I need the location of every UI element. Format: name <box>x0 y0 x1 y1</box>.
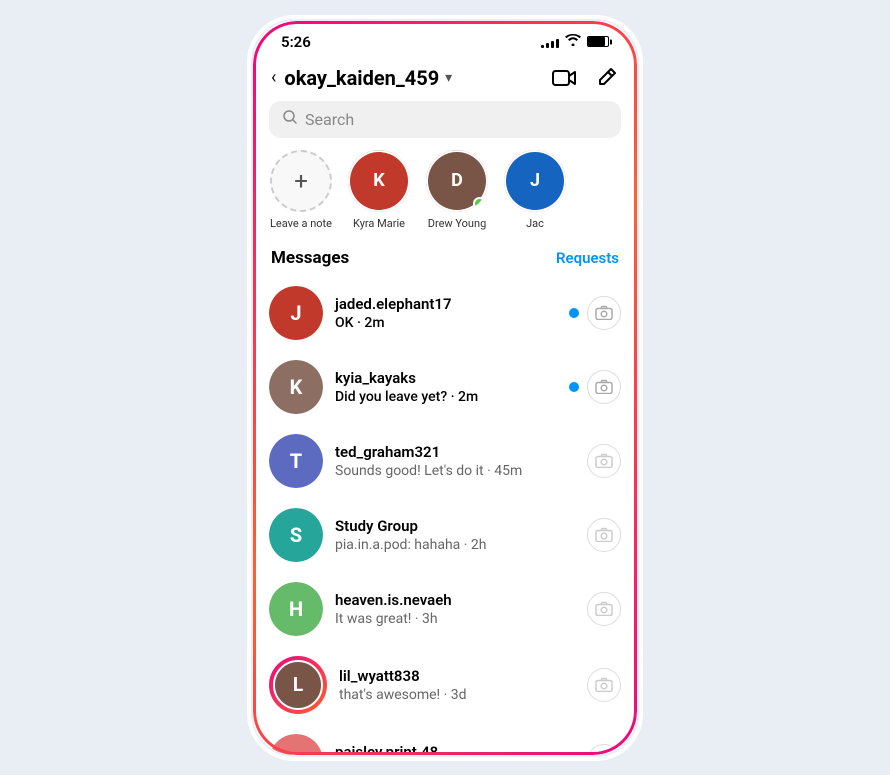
message-item-lil-wyatt838[interactable]: L lil_wyatt838 that's awesome! · 3d <box>253 646 637 724</box>
plus-icon: + <box>294 167 308 195</box>
message-list: J jaded.elephant17 OK · 2m <box>253 276 637 755</box>
jaded-elephant17-name: jaded.elephant17 <box>335 295 557 313</box>
header: ‹ okay_kaiden_459 ▾ <box>253 57 637 101</box>
signal-icon <box>541 36 559 48</box>
camera-button[interactable] <box>587 370 621 404</box>
drew-young-label: Drew Young <box>428 217 487 230</box>
message-item-jaded-elephant17[interactable]: J jaded.elephant17 OK · 2m <box>253 276 637 350</box>
unread-dot <box>569 382 579 392</box>
heaven-nevaeh-preview: It was great! · 3h <box>335 611 575 627</box>
chevron-down-icon[interactable]: ▾ <box>445 70 452 86</box>
phone-inner: 5:26 <box>253 21 637 755</box>
messages-title: Messages <box>271 248 349 268</box>
heaven-nevaeh-actions <box>587 592 621 626</box>
paisley-print48-name: paisley.print.48 <box>335 743 575 755</box>
search-icon <box>283 110 297 128</box>
message-item-study-group[interactable]: S Study Group pia.in.a.pod: hahaha · 2h <box>253 498 637 572</box>
requests-button[interactable]: Requests <box>556 249 619 267</box>
story-item-jac[interactable]: J Jac <box>503 150 567 230</box>
study-group-avatar: S <box>269 508 323 562</box>
jaded-elephant17-info: jaded.elephant17 OK · 2m <box>335 295 557 331</box>
ted-graham321-name: ted_graham321 <box>335 443 575 461</box>
video-call-button[interactable] <box>551 65 577 91</box>
back-button[interactable]: ‹ <box>271 67 276 88</box>
status-time: 5:26 <box>281 33 311 51</box>
header-left: ‹ okay_kaiden_459 ▾ <box>271 66 452 90</box>
camera-button[interactable] <box>587 744 621 755</box>
add-note-avatar: + <box>270 150 332 212</box>
paisley-print48-avatar: P <box>269 734 323 755</box>
study-group-preview: pia.in.a.pod: hahaha · 2h <box>335 537 575 553</box>
battery-icon <box>587 36 609 47</box>
paisley-print48-info: paisley.print.48 Whaaat?? · 8h <box>335 743 575 755</box>
messages-section-header: Messages Requests <box>253 244 637 276</box>
kyia-kayaks-name: kyia_kayaks <box>335 369 557 387</box>
jac-avatar: J <box>504 150 566 212</box>
message-item-heaven-nevaeh[interactable]: H heaven.is.nevaeh It was great! · 3h <box>253 572 637 646</box>
ted-graham321-preview: Sounds good! Let's do it · 45m <box>335 463 575 479</box>
kyia-kayaks-avatar: K <box>269 360 323 414</box>
message-item-kyia-kayaks[interactable]: K kyia_kayaks Did you leave yet? · 2m <box>253 350 637 424</box>
camera-button[interactable] <box>587 668 621 702</box>
message-item-paisley-print48[interactable]: P paisley.print.48 Whaaat?? · 8h <box>253 724 637 755</box>
lil-wyatt838-name: lil_wyatt838 <box>339 667 575 685</box>
jac-label: Jac <box>526 217 544 230</box>
heaven-nevaeh-info: heaven.is.nevaeh It was great! · 3h <box>335 591 575 627</box>
kyra-marie-avatar: K Why is tomorrow Monday!? 😑 <box>348 150 410 212</box>
study-group-actions <box>587 518 621 552</box>
wifi-icon <box>565 34 581 49</box>
story-item-drew-young[interactable]: D Finally landing in NYC! ❤️ Drew Young <box>425 150 489 230</box>
kyia-kayaks-actions <box>569 370 621 404</box>
header-actions <box>551 65 619 91</box>
lil-wyatt838-avatar: L <box>269 656 327 714</box>
jaded-elephant17-avatar: J <box>269 286 323 340</box>
ted-graham321-info: ted_graham321 Sounds good! Let's do it ·… <box>335 443 575 479</box>
story-item-kyra-marie[interactable]: K Why is tomorrow Monday!? 😑 Kyra Marie <box>347 150 411 230</box>
kyia-kayaks-info: kyia_kayaks Did you leave yet? · 2m <box>335 369 557 405</box>
drew-young-avatar: D Finally landing in NYC! ❤️ <box>426 150 488 212</box>
search-placeholder: Search <box>305 110 354 129</box>
ted-graham321-actions <box>587 444 621 478</box>
kyia-kayaks-preview: Did you leave yet? · 2m <box>335 389 557 405</box>
compose-button[interactable] <box>593 65 619 91</box>
camera-button[interactable] <box>587 296 621 330</box>
jaded-elephant17-actions <box>569 296 621 330</box>
search-bar[interactable]: Search <box>269 101 621 138</box>
camera-button[interactable] <box>587 592 621 626</box>
camera-button[interactable] <box>587 518 621 552</box>
jaded-elephant17-preview: OK · 2m <box>335 315 557 331</box>
paisley-print48-actions <box>587 744 621 755</box>
lil-wyatt838-actions <box>587 668 621 702</box>
kyra-marie-label: Kyra Marie <box>353 217 405 230</box>
lil-wyatt838-preview: that's awesome! · 3d <box>339 687 575 703</box>
status-icons <box>541 34 609 49</box>
stories-row: + Leave a note K Why is tomorrow Monday!… <box>253 150 637 230</box>
study-group-name: Study Group <box>335 517 575 535</box>
status-bar: 5:26 <box>253 21 637 57</box>
username-label[interactable]: okay_kaiden_459 <box>284 66 439 90</box>
heaven-nevaeh-avatar: H <box>269 582 323 636</box>
unread-dot <box>569 308 579 318</box>
phone-frame: 5:26 <box>250 18 640 758</box>
leave-note-label: Leave a note <box>270 217 332 230</box>
study-group-info: Study Group pia.in.a.pod: hahaha · 2h <box>335 517 575 553</box>
lil-wyatt838-info: lil_wyatt838 that's awesome! · 3d <box>339 667 575 703</box>
ted-graham321-avatar: T <box>269 434 323 488</box>
message-item-ted-graham321[interactable]: T ted_graham321 Sounds good! Let's do it… <box>253 424 637 498</box>
heaven-nevaeh-name: heaven.is.nevaeh <box>335 591 575 609</box>
story-item-leave-note[interactable]: + Leave a note <box>269 150 333 230</box>
camera-button[interactable] <box>587 444 621 478</box>
